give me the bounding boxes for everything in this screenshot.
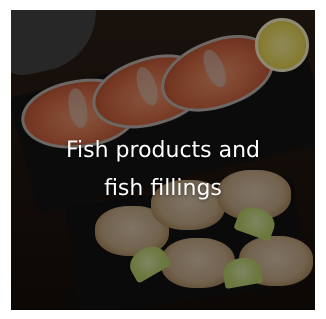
category-title: Fish products and fish fillings [11, 132, 315, 208]
category-title-line-1: Fish products and [65, 138, 261, 163]
category-card-fish-products[interactable]: Fish products and fish fillings [11, 10, 315, 310]
category-title-line-2: fish fillings [104, 176, 222, 201]
